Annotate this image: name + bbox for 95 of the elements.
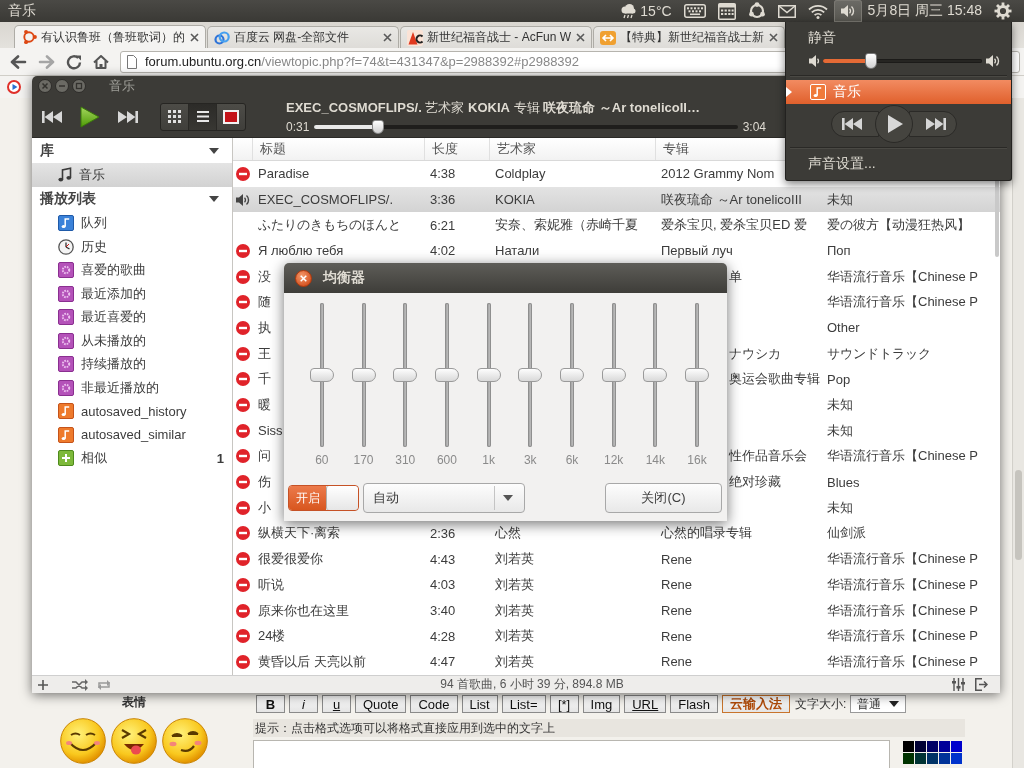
table-cell-text: 心然的唱录专辑 (660, 524, 753, 543)
table-cell-text: 性作品音乐会 (729, 447, 808, 466)
band-label: 170 (353, 453, 374, 467)
band-label: 310 (395, 453, 416, 467)
table-cell-text: 4:47 (429, 654, 457, 670)
dialog-title: 均衡器 (323, 269, 365, 287)
table-cell-text: 未知 (826, 498, 854, 517)
table-cell-text: 绝对珍藏 (729, 473, 782, 492)
table-cell-text: 华语流行音乐【Chinese P (826, 575, 979, 594)
duration-time: 3:04 (742, 120, 766, 134)
elapsed-time: 0:31 (286, 120, 310, 134)
table-cell-text: 华语流行音乐【Chinese P (826, 267, 979, 286)
table-cell-text: 很爱很爱你 (257, 550, 324, 569)
table-cell-text: 伤 (257, 473, 272, 492)
table-cell-text: Siss (257, 423, 284, 439)
table-cell-text: 刘若英 (494, 550, 535, 569)
table-cell-text: Other (826, 320, 861, 336)
table-cell-text: 暖 (257, 396, 272, 415)
table-cell-text: 没 (257, 267, 272, 286)
emoticons-label: 表情 (121, 694, 146, 711)
table-cell-text: 华语流行音乐【Chinese P (826, 601, 979, 620)
table-cell-text: 4:02 (429, 243, 457, 259)
band-label: 14k (645, 453, 665, 467)
table-cell-text: 咲夜琉命 ～Ar tonelicoIII (660, 190, 803, 209)
table-cell-text: 奥运会歌曲专辑 (729, 370, 821, 389)
table-cell-text: Rene (660, 577, 694, 593)
table-cell-text: 4:38 (429, 166, 457, 182)
table-cell-text: 仙剑派 (826, 524, 867, 543)
hint-text: 提示：点击格式选项可以将格式直接应用到选中的文字上 (255, 719, 555, 737)
table-cell-text: 华语流行音乐【Chinese P (826, 293, 979, 312)
table-cell-text: 心然 (494, 524, 522, 543)
table-cell-text: 单 (729, 267, 743, 286)
band-label: 3k (523, 453, 537, 467)
table-cell-text: 3:40 (429, 603, 457, 619)
table-cell-text: 安奈、索妮雅（赤崎千夏 (494, 216, 639, 235)
band-label: 6k (565, 453, 579, 467)
table-cell-text: 未知 (826, 190, 854, 209)
app-title: 音乐 (7, 2, 36, 20)
table-cell-text: 黄昏以后 天亮以前 (257, 652, 367, 671)
table-cell-text: 爱杀宝贝, 爱杀宝贝ED 爱 (660, 216, 808, 235)
table-cell-text: Первый луч (660, 243, 734, 259)
table-cell-text: 未知 (826, 421, 854, 440)
table-cell-text: 华语流行音乐【Chinese P (826, 652, 979, 671)
band-label: 16k (687, 453, 707, 467)
status-text: 94 首歌曲, 6 小时 39 分, 894.8 MB (439, 676, 625, 693)
table-cell-text: Rene (660, 551, 694, 567)
table-cell-text: Поп (826, 243, 852, 259)
table-cell-text: 刘若英 (494, 652, 535, 671)
table-cell-text: Натали (494, 243, 541, 259)
table-cell-text: 原来你也在这里 (257, 601, 350, 620)
table-cell-text: 24楼 (257, 627, 287, 646)
table-cell-text: 执 (257, 318, 272, 337)
table-cell-text: 听说 (257, 575, 285, 594)
table-cell-text: 小 (257, 498, 272, 517)
table-cell-text: 2:36 (429, 525, 457, 541)
band-label: 60 (315, 453, 329, 467)
item-count: 1 (216, 450, 224, 466)
table-cell-text: ふたりのきもちのほんと (257, 216, 402, 235)
table-cell-text: 4:03 (429, 577, 457, 593)
table-cell-text: Blues (826, 474, 861, 490)
table-cell-text: Я люблю тебя (257, 243, 345, 259)
table-cell-text: 华语流行音乐【Chinese P (826, 550, 979, 569)
table-cell-text: 千 (257, 370, 272, 389)
window-title: 音乐 (109, 77, 135, 95)
table-cell-text: 随 (257, 293, 272, 312)
table-cell-text: 2012 Grammy Nom (660, 166, 776, 182)
band-label: 1k (482, 453, 495, 467)
table-cell-text: Rene (660, 654, 694, 670)
table-cell-text: 华语流行音乐【Chinese P (826, 447, 979, 466)
table-cell-text: 4:28 (429, 628, 457, 644)
table-cell-text: 爱の彼方【动漫狂热风】 (826, 216, 971, 235)
table-cell-text: Rene (660, 603, 694, 619)
table-cell-text: ナウシカ (729, 344, 782, 363)
table-cell-text: 王 (257, 344, 272, 363)
table-cell-text: 4:43 (429, 551, 457, 567)
table-cell-text: 问 (257, 447, 272, 466)
table-cell-text: 华语流行音乐【Chinese P (826, 627, 979, 646)
table-cell-text: 刘若英 (494, 627, 535, 646)
table-cell-text: Coldplay (494, 166, 547, 182)
table-cell-text: 3:36 (429, 192, 457, 208)
now-playing-text: EXEC_COSMOFLIPS/. 艺术家 KOKIA 专辑 咲夜琉命 ～Ar tonelicoII… (286, 99, 701, 117)
table-cell-text: 刘若英 (494, 575, 535, 594)
table-cell-text: Pop (826, 371, 852, 387)
table-cell-text: Paradise (257, 166, 311, 182)
table-cell-text: EXEC_COSMOFLIPS/. (257, 192, 395, 208)
table-cell-text: 纵横天下·离索 (257, 524, 342, 543)
table-cell-text: Rene (660, 628, 694, 644)
band-label: 12k (603, 453, 624, 467)
table-cell-text: サウンドトラック (826, 344, 932, 363)
table-cell-text: 6:21 (429, 217, 457, 233)
table-cell-text: 未知 (826, 396, 854, 415)
font-size-label: 文字大小: (795, 695, 847, 713)
table-cell-text: KOKIA (494, 192, 536, 208)
band-label: 600 (436, 453, 457, 467)
table-cell-text: 刘若英 (494, 601, 535, 620)
